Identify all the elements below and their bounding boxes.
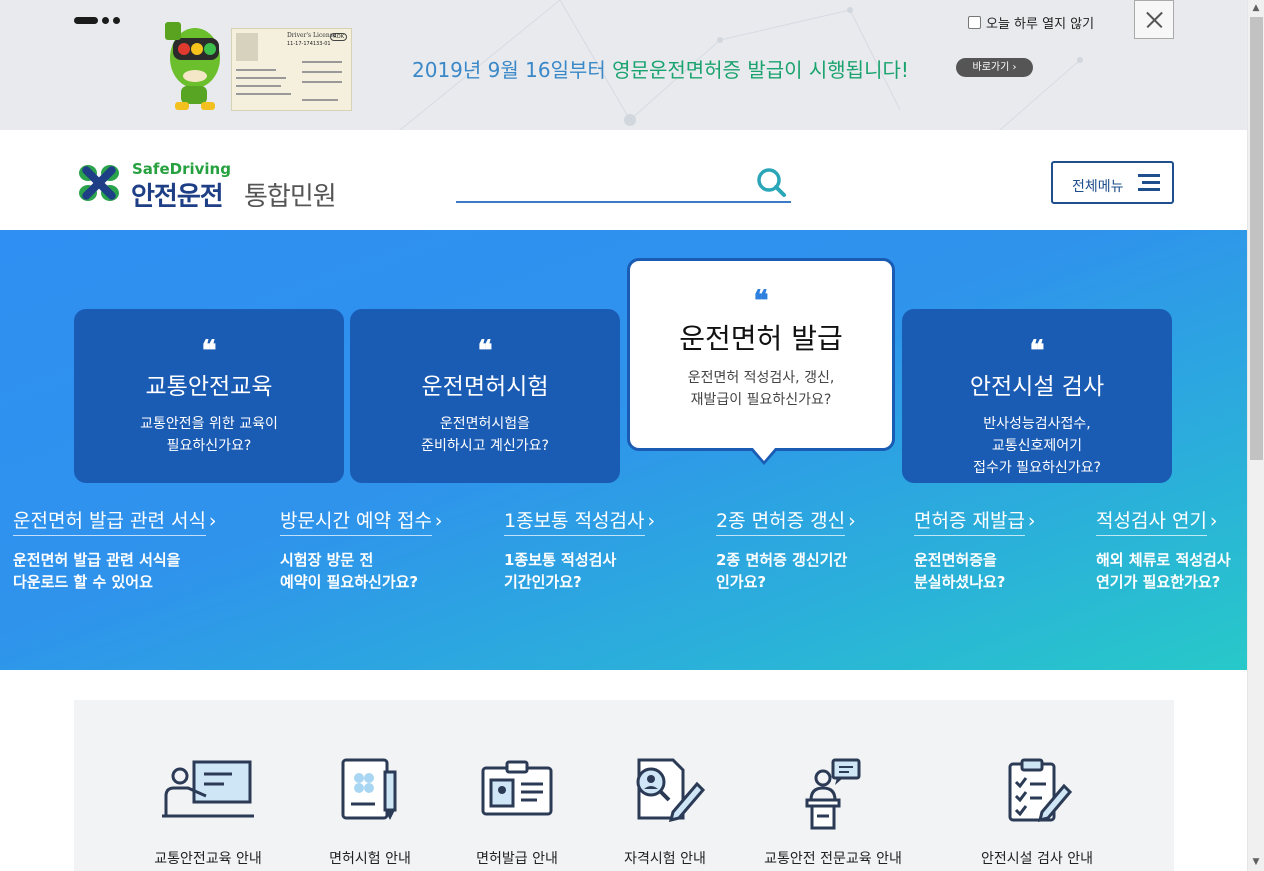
- pager-active-indicator[interactable]: [74, 17, 98, 24]
- hamburger-icon: [1138, 174, 1160, 191]
- top-banner: Driver's License ROK 11-17-174133-01 201…: [0, 0, 1247, 130]
- id-card-icon: [481, 760, 553, 816]
- site-header: SafeDriving 안전운전 통합민원 전체메뉴: [0, 130, 1247, 230]
- scrollbar-thumb[interactable]: [1250, 17, 1263, 460]
- quote-icon: ❝: [753, 284, 769, 317]
- site-logo[interactable]: SafeDriving 안전운전 통합민원: [74, 160, 337, 212]
- quote-icon: ❝: [477, 334, 493, 367]
- card-desc: 운전면허 적성검사, 갱신, 재발급이 필요하신가요?: [687, 370, 835, 408]
- search-bar[interactable]: [456, 163, 791, 203]
- guide-item-license-exam[interactable]: 면허시험 안내: [310, 758, 430, 868]
- pager-dot[interactable]: [102, 17, 109, 24]
- card-title: 운전면허시험: [421, 374, 549, 400]
- card-title: 운전면허 발급: [679, 322, 843, 355]
- guide-item-professional-education[interactable]: 교통안전 전문교육 안내: [758, 758, 908, 868]
- vertical-scrollbar[interactable]: ▲ ▼: [1247, 0, 1264, 871]
- all-menu-button[interactable]: 전체메뉴: [1051, 161, 1174, 204]
- logo-main-text: 안전운전: [131, 182, 224, 212]
- card-license-exam[interactable]: ❝ 운전면허시험 운전면허시험을 준비하시고 계신가요?: [350, 309, 620, 483]
- card-safety-facility[interactable]: ❝ 안전시설 검사 반사성능검사접수, 교통신호제어기 접수가 필요하신가요?: [902, 309, 1172, 483]
- guide-section: 교통안전교육 안내 면허시험 안내 면허발급 안내 자격시험 안내 교통안전 전…: [74, 700, 1174, 871]
- all-menu-label: 전체메뉴: [1072, 179, 1124, 195]
- guide-item-license-issue[interactable]: 면허발급 안내: [457, 758, 577, 868]
- banner-close-button[interactable]: [1134, 0, 1174, 39]
- traffic-light-mascot-icon: [165, 22, 220, 110]
- card-traffic-education[interactable]: ❝ 교통안전교육 교통안전을 위한 교육이 필요하신가요?: [74, 309, 344, 483]
- card-desc: 반사성능검사접수, 교통신호제어기 접수가 필요하신가요?: [973, 416, 1101, 476]
- logo-mark-icon: [79, 165, 119, 201]
- guide-label: 자격시험 안내: [624, 851, 706, 867]
- card-title: 안전시설 검사: [969, 374, 1105, 400]
- quote-icon: ❝: [1029, 334, 1045, 367]
- hide-today-option[interactable]: 오늘 하루 열지 않기: [968, 13, 1094, 32]
- guide-item-traffic-education[interactable]: 교통안전교육 안내: [148, 758, 268, 868]
- banner-notice: 2019년 9월 16일부터 영문운전면허증 발급이 시행됩니다!: [412, 54, 909, 83]
- license-number: 11-17-174133-01: [287, 41, 331, 47]
- lecturer-podium-icon: [805, 758, 861, 830]
- scroll-down-icon[interactable]: ▼: [1248, 854, 1264, 871]
- link-desc: 시험장 방문 전 예약이 필요하신가요?: [280, 551, 419, 591]
- link-aptitude-test[interactable]: 1종보통 적성검사 › 1종보통 적성검사 기간인가요?: [504, 506, 655, 593]
- link-aptitude-postpone[interactable]: 적성검사 연기 › 해외 체류로 적성검사 연기가 필요한가요?: [1096, 506, 1231, 593]
- link-desc: 운전면허 발급 관련 서식을 다운로드 할 수 있어요: [13, 551, 181, 591]
- link-title[interactable]: 방문시간 예약 접수: [280, 506, 432, 536]
- link-title[interactable]: 운전면허 발급 관련 서식: [13, 506, 206, 536]
- scroll-up-icon[interactable]: ▲: [1248, 0, 1264, 17]
- hero-section: ❝ 교통안전교육 교통안전을 위한 교육이 필요하신가요? ❝ 운전면허시험 운전…: [0, 230, 1247, 670]
- notice-date-text: 2019년 9월 16일부터: [412, 58, 613, 82]
- link-desc: 2종 면허증 갱신기간 인가요?: [716, 551, 848, 591]
- link-license-renewal[interactable]: 2종 면허증 갱신 › 2종 면허증 갱신기간 인가요?: [716, 506, 856, 593]
- logo-sub-text: 통합민원: [244, 182, 337, 212]
- presentation-icon: [162, 760, 254, 818]
- card-title: 교통안전교육: [145, 374, 273, 400]
- link-license-reissue[interactable]: 면허증 재발급 › 운전면허증을 분실하셨나요?: [914, 506, 1036, 593]
- chevron-right-icon: ›: [1209, 510, 1218, 532]
- link-license-forms[interactable]: 운전면허 발급 관련 서식 › 운전면허 발급 관련 서식을 다운로드 할 수 있어…: [13, 506, 217, 593]
- guide-item-qualification-exam[interactable]: 자격시험 안내: [605, 758, 725, 868]
- link-desc: 운전면허증을 분실하셨나요?: [914, 551, 1006, 591]
- notice-highlight-text: 영문운전면허증 발급이 시행됩니다!: [612, 58, 909, 82]
- link-visit-reservation[interactable]: 방문시간 예약 접수 › 시험장 방문 전 예약이 필요하신가요?: [280, 506, 443, 593]
- chevron-right-icon: ›: [1027, 510, 1036, 532]
- banner-pager[interactable]: [74, 17, 120, 24]
- banner-goto-button[interactable]: 바로가기 ›: [956, 58, 1033, 77]
- guide-label: 면허시험 안내: [329, 851, 411, 867]
- guide-label: 교통안전교육 안내: [154, 851, 262, 867]
- link-title[interactable]: 1종보통 적성검사: [504, 506, 645, 536]
- license-country: ROK: [330, 33, 347, 41]
- chevron-right-icon: ›: [848, 510, 856, 532]
- hide-today-label: 오늘 하루 열지 않기: [986, 17, 1095, 32]
- guide-label: 교통안전 전문교육 안내: [764, 851, 902, 867]
- link-desc: 해외 체류로 적성검사 연기가 필요한가요?: [1096, 551, 1231, 591]
- link-desc: 1종보통 적성검사 기간인가요?: [504, 551, 617, 591]
- guide-label: 면허발급 안내: [476, 851, 558, 867]
- guide-label: 안전시설 검사 안내: [981, 851, 1093, 867]
- link-title[interactable]: 적성검사 연기: [1096, 506, 1207, 536]
- license-title: Driver's License: [287, 32, 337, 39]
- chevron-right-icon: ›: [208, 510, 217, 532]
- card-license-issue-active[interactable]: ❝ 운전면허 발급 운전면허 적성검사, 갱신, 재발급이 필요하신가요?: [627, 258, 895, 465]
- guide-item-safety-facility[interactable]: 안전시설 검사 안내: [972, 758, 1102, 868]
- hide-today-checkbox[interactable]: [968, 16, 981, 29]
- search-icon[interactable]: [754, 165, 788, 199]
- link-title[interactable]: 2종 면허증 갱신: [716, 506, 846, 536]
- card-desc: 운전면허시험을 준비하시고 계신가요?: [421, 416, 549, 454]
- quote-icon: ❝: [201, 334, 217, 367]
- exam-document-icon: [341, 758, 397, 820]
- pager-dot[interactable]: [113, 17, 120, 24]
- chevron-right-icon: ›: [434, 510, 443, 532]
- license-photo: [236, 33, 258, 61]
- chevron-right-icon: ›: [647, 510, 656, 532]
- checklist-clipboard-icon: [1008, 758, 1072, 822]
- card-desc: 교통안전을 위한 교육이 필요하신가요?: [140, 416, 278, 454]
- qualification-test-icon: [636, 758, 705, 822]
- license-card-image: Driver's License ROK 11-17-174133-01: [231, 28, 352, 111]
- link-title[interactable]: 면허증 재발급: [914, 506, 1025, 536]
